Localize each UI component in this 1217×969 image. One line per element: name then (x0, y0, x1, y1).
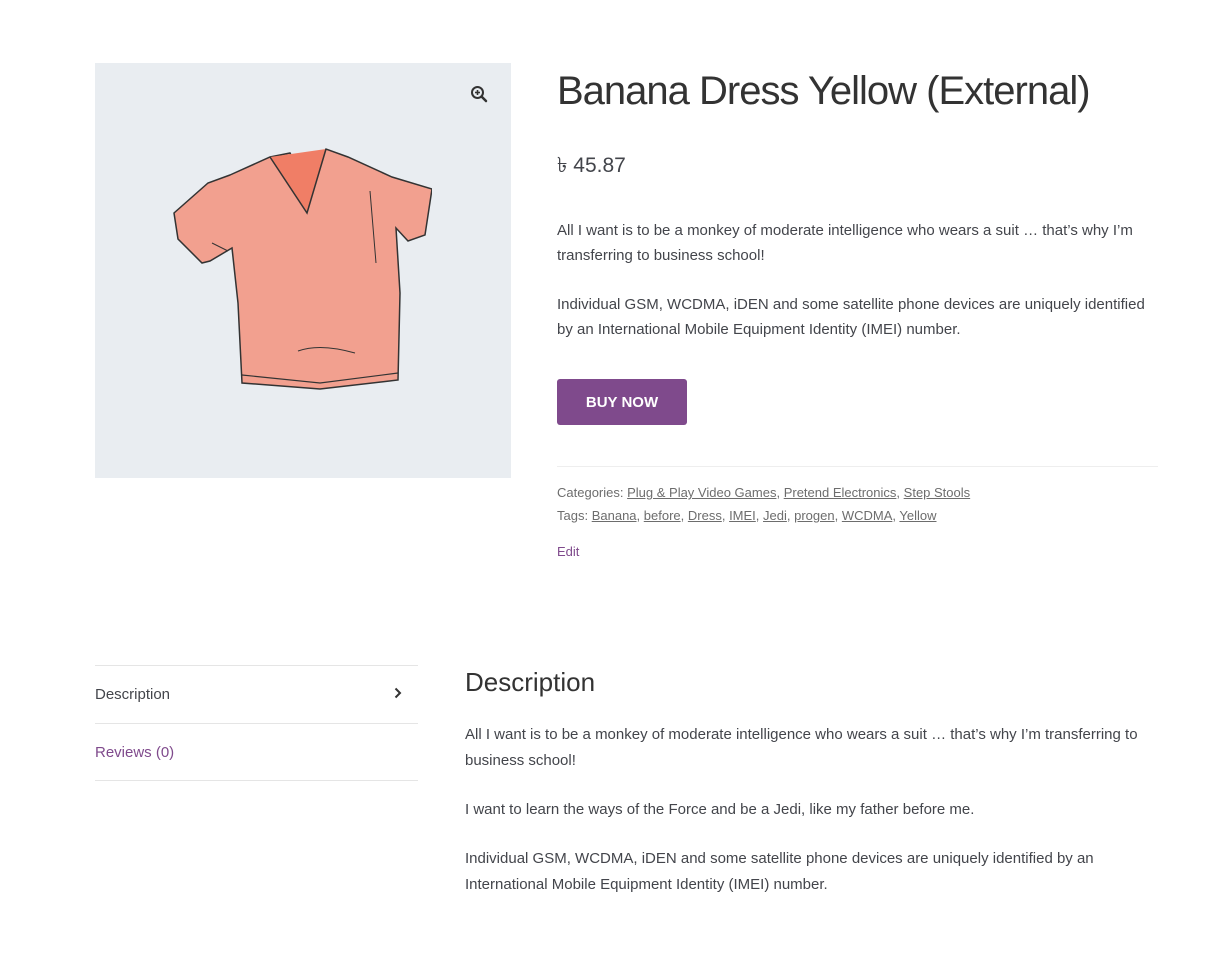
tag-link[interactable]: Banana (592, 508, 637, 523)
categories-label: Categories: (557, 485, 624, 500)
product-gallery (95, 63, 511, 478)
tab-label: Reviews (0) (95, 743, 175, 761)
chevron-right-icon (394, 686, 402, 703)
zoom-icon[interactable] (465, 80, 493, 108)
divider (557, 466, 1158, 467)
short-description-paragraph: Individual GSM, WCDMA, iDEN and some sat… (557, 296, 1145, 338)
product-tabs: Description Reviews (0) (95, 665, 418, 781)
tag-link[interactable]: before (644, 508, 681, 523)
tab-reviews[interactable]: Reviews (0) (95, 723, 418, 781)
tag-link[interactable]: Jedi (763, 508, 787, 523)
description-heading: Description (465, 667, 596, 697)
category-link[interactable]: Pretend Electronics (784, 485, 897, 500)
description-paragraph: Individual GSM, WCDMA, iDEN and some sat… (465, 850, 1094, 893)
tag-link[interactable]: Yellow (899, 508, 936, 523)
description-paragraph: All I want is to be a monkey of moderate… (465, 726, 1138, 769)
product-title: Banana Dress Yellow (External) (557, 69, 1091, 113)
tab-description[interactable]: Description (95, 665, 418, 723)
product-price: ৳ 45.87 (557, 154, 626, 177)
edit-link[interactable]: Edit (557, 544, 579, 559)
category-link[interactable]: Step Stools (904, 485, 971, 500)
tag-link[interactable]: IMEI (729, 508, 756, 523)
category-link[interactable]: Plug & Play Video Games (627, 485, 776, 500)
product-image[interactable] (170, 143, 433, 398)
tag-link[interactable]: progen (794, 508, 834, 523)
product-categories: Categories: Plug & Play Video Games, Pre… (557, 485, 971, 500)
buy-now-button[interactable]: BUY NOW (557, 379, 687, 425)
tag-link[interactable]: WCDMA (842, 508, 893, 523)
description-paragraph: I want to learn the ways of the Force an… (465, 801, 975, 818)
short-description-paragraph: All I want is to be a monkey of moderate… (557, 222, 1133, 264)
tab-label: Description (95, 686, 171, 703)
product-tags: Tags: Banana, before, Dress, IMEI, Jedi,… (557, 508, 937, 523)
tag-link[interactable]: Dress (688, 508, 722, 523)
tags-label: Tags: (557, 508, 589, 523)
